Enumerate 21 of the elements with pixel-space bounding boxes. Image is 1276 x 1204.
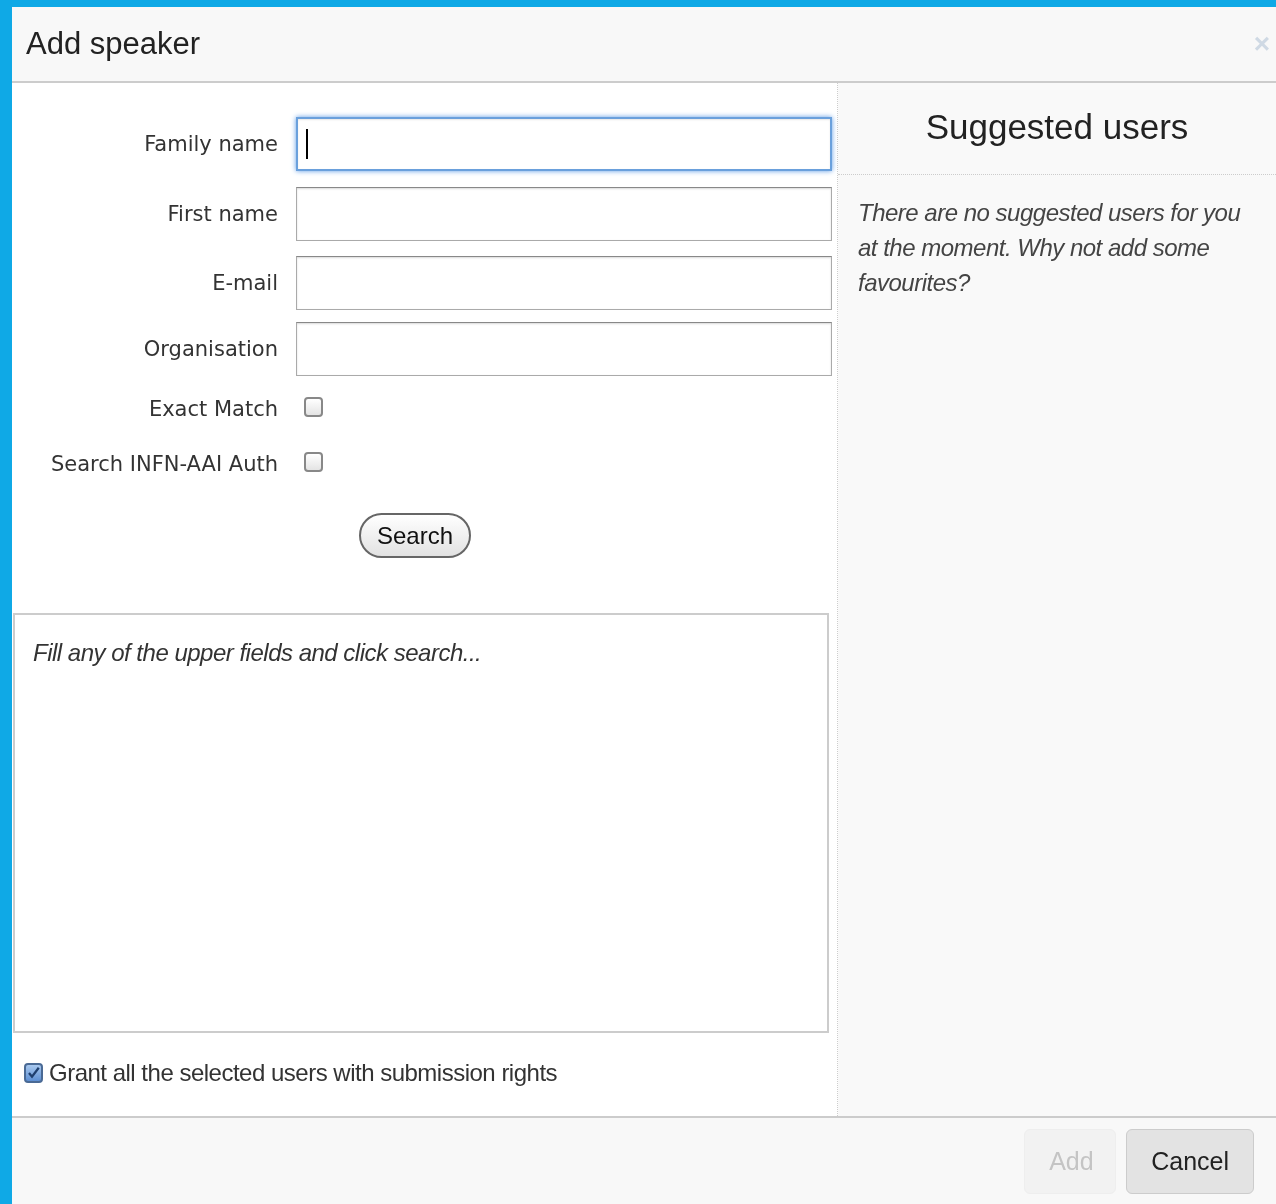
- text-field[interactable]: [296, 322, 832, 376]
- field-label: Organisation: [142, 337, 278, 361]
- field-label: E-mail: [211, 271, 278, 295]
- checkbox-label: Search INFN-AAI Auth: [49, 451, 278, 476]
- panel-title: Suggested users: [838, 83, 1276, 175]
- checkbox-label: Grant all the selected users with submission rights: [49, 1059, 558, 1087]
- checkbox[interactable]: [304, 396, 323, 417]
- text-cursor: [306, 129, 308, 159]
- text-field[interactable]: [296, 187, 832, 241]
- checkbox-label: Exact Match: [147, 396, 278, 421]
- text-field[interactable]: [296, 256, 832, 310]
- text-field[interactable]: [296, 117, 832, 171]
- search-button[interactable]: Search: [359, 513, 471, 558]
- checkbox[interactable]: [24, 1063, 43, 1083]
- field-label: First name: [166, 202, 278, 226]
- checkbox[interactable]: [304, 451, 323, 472]
- dialog-title: Add speaker: [26, 26, 201, 62]
- field-label: Family name: [143, 132, 278, 156]
- results-hint: Fill any of the upper fields and click search...: [33, 639, 482, 666]
- cancel-button[interactable]: Cancel: [1126, 1128, 1254, 1194]
- empty-message: There are no suggested users for you at the moment. Why not add some favourites?: [857, 198, 1242, 298]
